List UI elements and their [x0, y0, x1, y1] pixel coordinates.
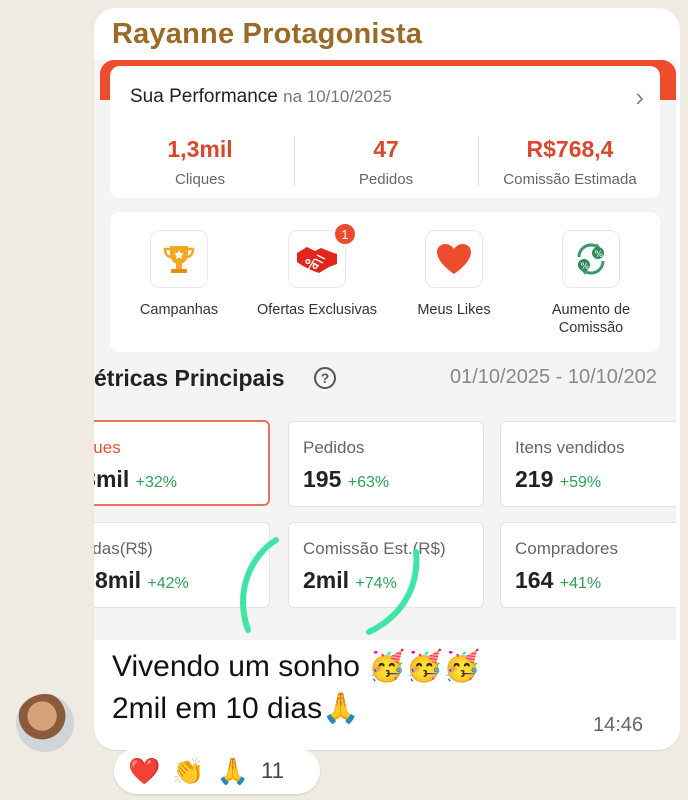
metric-card-cliques[interactable]: Cliques 9,3mil +32% — [94, 420, 270, 506]
stat-orders: 47 Pedidos — [296, 136, 476, 188]
metric-change: +41% — [559, 575, 602, 592]
message-line: Vivendo um sonho 🥳🥳🥳 — [112, 650, 481, 683]
metric-value: 195 +63% — [303, 466, 389, 493]
feature-aumento[interactable]: % % Aumento de Comissão — [516, 230, 666, 337]
feature-ofertas[interactable]: % 1 Ofertas Exclusivas — [242, 222, 392, 319]
performance-title-text: Sua Performance — [130, 86, 278, 107]
message-time: 14:46 — [593, 714, 644, 736]
metrics-title: étricas Principais — [94, 365, 285, 391]
pray-reaction-icon: 🙏 — [216, 756, 250, 786]
reaction-count: 11 — [261, 758, 284, 783]
features-card: Campanhas % 1 Ofertas Exclusivas Meus Li… — [110, 212, 660, 352]
stat-clicks: 1,3mil Cliques — [110, 136, 290, 188]
metric-label: Cliques — [94, 438, 121, 457]
metrics-date-range[interactable]: 01/10/2025 - 10/10/202 — [450, 366, 657, 389]
metric-change: +32% — [135, 474, 177, 491]
heart-reaction-icon: ❤️ — [128, 756, 161, 786]
metric-change: +63% — [347, 474, 390, 491]
notification-badge: 1 — [333, 222, 357, 246]
metric-value: 19,8mil +42% — [94, 567, 189, 594]
trophy-icon — [150, 230, 208, 288]
metric-number: 219 — [515, 466, 554, 492]
stat-commission: R$768,4 Comissão Estimada — [480, 136, 660, 188]
stat-value: 47 — [373, 136, 399, 162]
percent-cycle-icon: % % — [562, 230, 620, 288]
feature-label: Campanhas — [139, 302, 219, 318]
stat-value: 1,3mil — [167, 136, 233, 162]
stat-label: Pedidos — [358, 171, 414, 188]
svg-text:%: % — [595, 250, 604, 260]
metric-change: +59% — [559, 474, 602, 491]
handshake-icon: % 1 — [288, 222, 357, 288]
feature-campanhas[interactable]: Campanhas — [104, 230, 254, 319]
message-line: 2mil em 10 dias🙏 — [112, 692, 360, 725]
avatar[interactable] — [16, 694, 74, 752]
metric-card-pedidos[interactable]: Pedidos 195 +63% — [288, 421, 484, 507]
help-icon[interactable]: ? — [314, 367, 336, 389]
divider — [478, 136, 479, 186]
feature-label: Ofertas Exclusivas — [256, 302, 378, 318]
metric-label: Compradores — [515, 539, 618, 558]
metric-card-compradores[interactable]: Compradores 164 +41% — [500, 522, 676, 608]
metric-number: 9,3mil — [94, 466, 130, 492]
heart-icon — [425, 230, 483, 288]
divider — [294, 136, 295, 186]
performance-card[interactable]: Sua Performance na 10/10/2025 › 1,3mil C… — [110, 66, 660, 198]
sender-name[interactable]: Rayanne Protagonista — [112, 18, 422, 51]
metric-card-itens[interactable]: Itens vendidos 219 +59% — [500, 421, 676, 507]
metric-change: +42% — [147, 575, 189, 592]
metric-value: 164 +41% — [515, 567, 601, 594]
stat-label: Cliques — [174, 171, 226, 188]
metric-value: 9,3mil +32% — [94, 466, 177, 493]
message-text: Vivendo um sonho 🥳🥳🥳 2mil em 10 dias🙏 — [112, 646, 480, 730]
highlight-circle — [240, 537, 420, 635]
screenshot-image[interactable]: Sua Performance na 10/10/2025 › 1,3mil C… — [94, 60, 676, 640]
performance-date: na 10/10/2025 — [283, 87, 392, 106]
clap-reaction-icon: 👏 — [172, 756, 205, 786]
metric-number: 195 — [303, 466, 342, 492]
stat-value: R$768,4 — [526, 136, 614, 162]
metric-number: 19,8mil — [94, 567, 141, 593]
metric-label: Pedidos — [303, 438, 365, 457]
feature-label: Aumento de Comissão — [551, 302, 631, 336]
metric-label: Itens vendidos — [515, 438, 625, 457]
metric-value: 219 +59% — [515, 466, 601, 493]
chevron-right-icon[interactable]: › — [635, 82, 644, 113]
reactions-bar[interactable]: ❤️ 👏 🙏 11 — [114, 748, 320, 794]
feature-meus-likes[interactable]: Meus Likes — [379, 230, 529, 319]
stat-label: Comissão Estimada — [503, 171, 637, 188]
svg-text:%: % — [581, 262, 590, 272]
feature-label: Meus Likes — [417, 302, 491, 318]
performance-title: Sua Performance na 10/10/2025 — [130, 86, 392, 108]
metric-number: 164 — [515, 567, 554, 593]
metric-label: Vendas(R$) — [94, 539, 153, 558]
